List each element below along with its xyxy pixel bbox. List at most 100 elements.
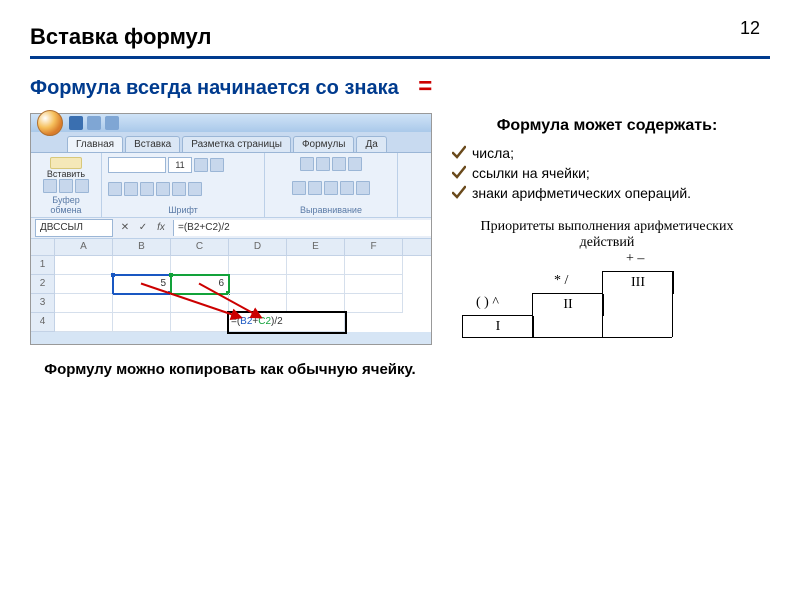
font-size-select[interactable]: 11 [168, 157, 192, 173]
ribbon: Главная Вставка Разметка страницы Формул… [31, 132, 431, 217]
fx-icon[interactable]: fx [153, 220, 169, 236]
row-3: 3 [31, 294, 431, 313]
save-icon[interactable] [69, 116, 83, 130]
cell-B2[interactable]: 5 [113, 275, 171, 294]
stair-base [462, 337, 672, 338]
group-font: 11 Шрифт [102, 153, 265, 217]
list-item-label: ссылки на ячейки; [472, 165, 590, 181]
cell-A2[interactable] [55, 275, 113, 294]
cell-C1[interactable] [171, 256, 229, 275]
col-A[interactable]: A [55, 239, 113, 255]
align-top-icon[interactable] [300, 157, 314, 171]
row-2: 2 5 6 [31, 275, 431, 294]
tab-insert[interactable]: Вставка [125, 136, 180, 152]
col-F[interactable]: F [345, 239, 403, 255]
tab-formulas[interactable]: Формулы [293, 136, 355, 152]
group-clipboard: Вставить Буфер обмена [31, 153, 102, 217]
row-header-2[interactable]: 2 [31, 275, 55, 294]
d4-ref-b2: B2 [240, 316, 252, 327]
align-middle-icon[interactable] [316, 157, 330, 171]
d4-ref-c2: C2 [258, 316, 271, 327]
grow-font-icon[interactable] [194, 158, 208, 172]
border-icon[interactable] [156, 182, 170, 196]
cell-C4[interactable] [171, 313, 229, 332]
indent-inc-icon[interactable] [356, 181, 370, 195]
cell-F3[interactable] [345, 294, 403, 313]
select-all-corner[interactable] [31, 239, 55, 255]
cell-F1[interactable] [345, 256, 403, 275]
row-header-1[interactable]: 1 [31, 256, 55, 275]
page-number: 12 [740, 18, 760, 39]
stair-edge [532, 293, 533, 337]
cell-D4[interactable]: =(B2+C2)/2 [229, 313, 345, 332]
cell-D2[interactable] [229, 275, 287, 294]
redo-icon[interactable] [105, 116, 119, 130]
format-painter-icon[interactable] [75, 179, 89, 193]
paste-button[interactable] [50, 157, 82, 169]
list-item-label: знаки арифметических операций. [472, 185, 691, 201]
font-name-select[interactable] [108, 157, 166, 173]
copy-note: Формулу можно копировать как обычную яче… [30, 361, 430, 378]
ribbon-tabs: Главная Вставка Разметка страницы Формул… [31, 132, 431, 153]
cell-B4[interactable] [113, 313, 171, 332]
worksheet: A B C D E F 1 2 5 6 [31, 239, 431, 332]
align-left-icon[interactable] [292, 181, 306, 195]
priority-staircase: ( ) ^ * / + – I II III [462, 255, 702, 345]
font-color-icon[interactable] [188, 182, 202, 196]
tab-more[interactable]: Да [356, 136, 386, 152]
group-alignment: Выравнивание [265, 153, 398, 217]
cell-B1[interactable] [113, 256, 171, 275]
row-header-3[interactable]: 3 [31, 294, 55, 313]
col-B[interactable]: B [113, 239, 171, 255]
name-box[interactable]: ДВССЫЛ [35, 219, 113, 237]
formula-bar: ДВССЫЛ ✕ ✓ fx =(B2+C2)/2 [31, 217, 431, 239]
align-bottom-icon[interactable] [332, 157, 346, 171]
cell-D3[interactable] [229, 294, 287, 313]
align-center-icon[interactable] [308, 181, 322, 195]
priority-label-add-sub: + – [626, 251, 644, 267]
copy-icon[interactable] [59, 179, 73, 193]
cell-E2[interactable] [287, 275, 345, 294]
cell-E1[interactable] [287, 256, 345, 275]
shrink-font-icon[interactable] [210, 158, 224, 172]
cell-D1[interactable] [229, 256, 287, 275]
underline-icon[interactable] [140, 182, 154, 196]
tab-pagelayout[interactable]: Разметка страницы [182, 136, 291, 152]
undo-icon[interactable] [87, 116, 101, 130]
col-D[interactable]: D [229, 239, 287, 255]
cell-C3[interactable] [171, 294, 229, 313]
ribbon-groups: Вставить Буфер обмена 11 [31, 153, 431, 217]
office-button[interactable] [37, 110, 63, 136]
cancel-formula-icon[interactable]: ✕ [117, 220, 133, 236]
col-E[interactable]: E [287, 239, 345, 255]
priority-step-2: II [532, 293, 604, 316]
orientation-icon[interactable] [348, 157, 362, 171]
col-C[interactable]: C [171, 239, 229, 255]
cell-C2[interactable]: 6 [171, 275, 229, 294]
priority-label-mul-div: * / [554, 273, 568, 289]
row-1: 1 [31, 256, 431, 275]
italic-icon[interactable] [124, 182, 138, 196]
cut-icon[interactable] [43, 179, 57, 193]
formula-input[interactable]: =(B2+C2)/2 [173, 220, 431, 236]
cell-B3[interactable] [113, 294, 171, 313]
paste-label: Вставить [37, 169, 95, 179]
priority-step-3: III [602, 271, 674, 294]
priority-title: Приоритеты выполнения арифметических дей… [452, 219, 762, 251]
enter-formula-icon[interactable]: ✓ [135, 220, 151, 236]
cell-A4[interactable] [55, 313, 113, 332]
equals-sign: = [418, 73, 432, 100]
cell-A1[interactable] [55, 256, 113, 275]
tab-home[interactable]: Главная [67, 136, 123, 152]
align-right-icon[interactable] [324, 181, 338, 195]
cell-E3[interactable] [287, 294, 345, 313]
indent-dec-icon[interactable] [340, 181, 354, 195]
fill-color-icon[interactable] [172, 182, 186, 196]
bold-icon[interactable] [108, 182, 122, 196]
list-item: знаки арифметических операций. [452, 185, 762, 201]
cell-A3[interactable] [55, 294, 113, 313]
row-header-4[interactable]: 4 [31, 313, 55, 332]
cell-F2[interactable] [345, 275, 403, 294]
stair-edge [602, 271, 603, 337]
group-label-clipboard: Буфер обмена [37, 195, 95, 215]
